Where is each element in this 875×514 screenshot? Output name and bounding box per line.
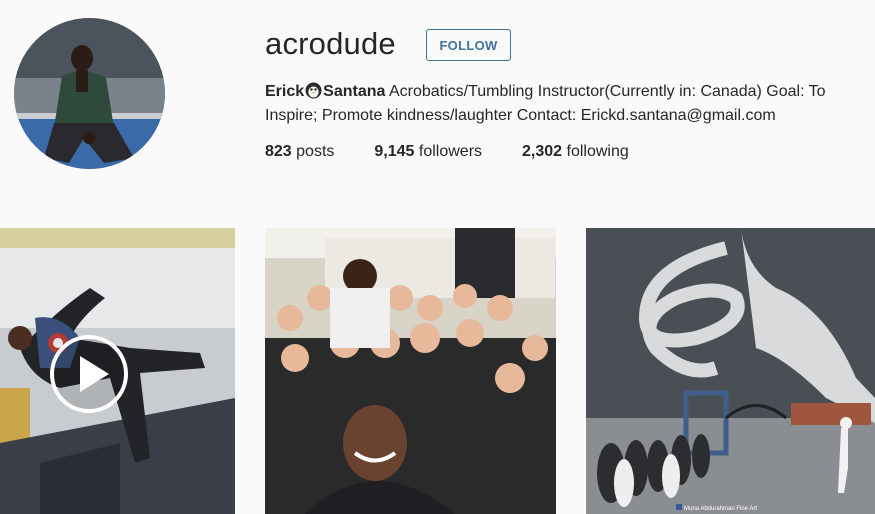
full-name-first: Erick	[265, 83, 305, 100]
post-thumbnail-illustration: Muna Abdurahman Fine Art	[586, 228, 875, 514]
bio-line2-text: Inspire; Promote kindness/laughter Conta…	[265, 107, 776, 124]
profile-page: acrodude FOLLOW Erick Santana Acrobatics…	[0, 0, 875, 514]
following-label: following	[562, 143, 629, 160]
posts-label: posts	[291, 143, 335, 160]
avatar-photo	[14, 18, 165, 169]
post-tile-group-photo[interactable]	[265, 228, 556, 514]
post-tile-video[interactable]	[0, 228, 235, 514]
followers-stat[interactable]: 9,145 followers	[374, 143, 482, 161]
profile-bio: Erick Santana Acrobatics/Tumbling Instru…	[265, 80, 865, 128]
posts-count: 823	[265, 143, 292, 160]
post-tile-illustration[interactable]: Muna Abdurahman Fine Art	[586, 228, 875, 514]
full-name-last: Santana	[323, 83, 386, 100]
play-icon[interactable]	[49, 334, 129, 414]
followers-count: 9,145	[374, 143, 415, 160]
full-name: Erick Santana	[265, 82, 386, 100]
bio-line1-text: Acrobatics/Tumbling Instructor(Currently…	[385, 83, 826, 100]
penguin-face-emoji-icon	[305, 82, 322, 99]
post-thumbnail-group-photo	[265, 228, 556, 514]
posts-stat: 823 posts	[265, 143, 334, 161]
username: acrodude	[265, 26, 396, 61]
following-stat[interactable]: 2,302 following	[522, 143, 629, 161]
profile-stats: 823 posts 9,145 followers 2,302 followin…	[265, 143, 669, 161]
art-credit-watermark: Muna Abdurahman Fine Art	[684, 506, 757, 512]
profile-avatar[interactable]	[14, 18, 165, 169]
following-count: 2,302	[522, 143, 563, 160]
follow-button[interactable]: FOLLOW	[426, 29, 511, 61]
followers-label: followers	[414, 143, 483, 160]
